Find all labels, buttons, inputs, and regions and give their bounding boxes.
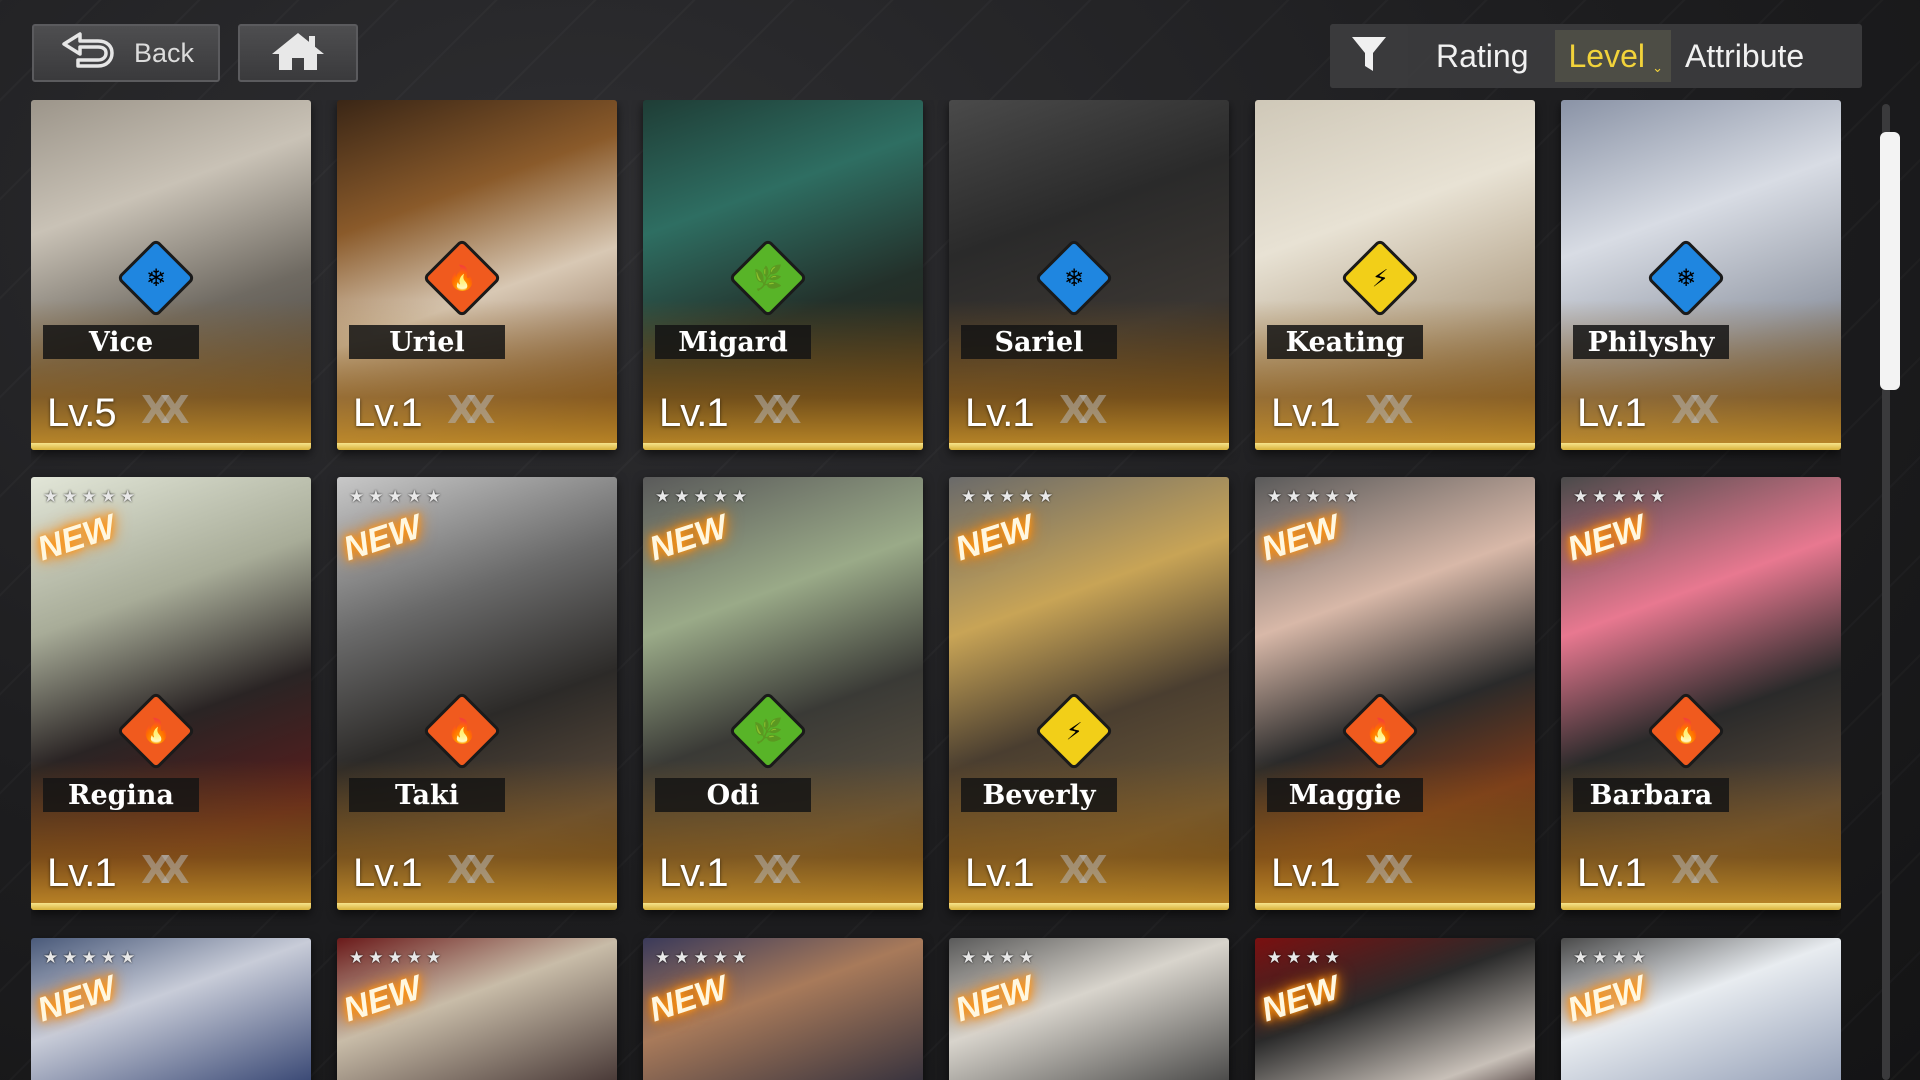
card-gold-border <box>643 443 923 450</box>
character-card-sariel[interactable]: ❄ Sariel Lv.1 XX <box>949 100 1229 450</box>
character-level: Lv.1 <box>659 391 729 435</box>
character-card-keating[interactable]: ⚡ Keating Lv.1 XX <box>1255 100 1535 450</box>
home-button[interactable] <box>238 24 358 82</box>
rarity-stars: ★★★★★ <box>43 948 140 968</box>
filter-icon <box>1349 33 1389 79</box>
rank-mark-icon: XX <box>447 388 496 432</box>
sort-level-label: Level <box>1568 37 1646 74</box>
rank-mark-icon: XX <box>1059 848 1108 892</box>
home-icon <box>269 30 327 76</box>
character-name: Maggie <box>1267 778 1423 812</box>
rarity-stars: ★★★★★ <box>43 487 140 507</box>
character-grid: ❄ Vice Lv.5 XX 🔥 Uriel Lv.1 XX 🌿 Migard … <box>31 100 1841 1080</box>
back-button[interactable]: Back <box>32 24 220 82</box>
card-gold-border <box>949 443 1229 450</box>
card-gold-border <box>337 903 617 910</box>
rank-mark-icon: XX <box>753 388 802 432</box>
rarity-stars: ★★★★ <box>1573 948 1650 968</box>
character-name: Migard <box>655 325 811 359</box>
character-level: Lv.1 <box>353 391 423 435</box>
card-gold-border <box>1255 903 1535 910</box>
character-name: Barbara <box>1573 778 1729 812</box>
character-card-partial[interactable]: ★★★★ NEW <box>1255 938 1535 1080</box>
sort-bar: Rating Level ⌄ Attribute <box>1330 24 1862 88</box>
sort-level-option[interactable]: Level ⌄ <box>1554 30 1671 82</box>
character-card-partial[interactable]: ★★★★ NEW <box>1561 938 1841 1080</box>
character-card-barbara[interactable]: ★★★★★ NEW 🔥 Barbara Lv.1 XX <box>1561 477 1841 910</box>
character-card-migard[interactable]: 🌿 Migard Lv.1 XX <box>643 100 923 450</box>
sort-attribute-option[interactable]: Attribute <box>1671 30 1818 82</box>
character-card-maggie[interactable]: ★★★★★ NEW 🔥 Maggie Lv.1 XX <box>1255 477 1535 910</box>
rank-mark-icon: XX <box>141 848 190 892</box>
character-name: Regina <box>43 778 199 812</box>
rarity-stars: ★★★★★ <box>349 487 446 507</box>
character-name: Keating <box>1267 325 1423 359</box>
rarity-stars: ★★★★ <box>961 948 1038 968</box>
character-card-partial[interactable]: ★★★★★ NEW <box>643 938 923 1080</box>
rank-mark-icon: XX <box>1365 388 1414 432</box>
character-name: Sariel <box>961 325 1117 359</box>
rarity-stars: ★★★★ <box>1267 948 1344 968</box>
card-gold-border <box>1255 443 1535 450</box>
back-arrow-icon <box>58 32 116 74</box>
character-name: Taki <box>349 778 505 812</box>
rank-mark-icon: XX <box>1059 388 1108 432</box>
character-level: Lv.1 <box>1577 851 1647 895</box>
card-gold-border <box>1561 443 1841 450</box>
card-gold-border <box>949 903 1229 910</box>
character-card-partial[interactable]: ★★★★★ NEW <box>31 938 311 1080</box>
character-level: Lv.5 <box>47 391 117 435</box>
character-name: Beverly <box>961 778 1117 812</box>
character-level: Lv.1 <box>1271 851 1341 895</box>
character-level: Lv.1 <box>353 851 423 895</box>
character-card-partial[interactable]: ★★★★★ NEW <box>337 938 617 1080</box>
card-gold-border <box>337 443 617 450</box>
rank-mark-icon: XX <box>1365 848 1414 892</box>
character-level: Lv.1 <box>965 391 1035 435</box>
character-card-taki[interactable]: ★★★★★ NEW 🔥 Taki Lv.1 XX <box>337 477 617 910</box>
character-name: Vice <box>43 325 199 359</box>
character-roster-screen: Back Rating Level ⌄ Attribute ❄ Vice Lv.… <box>0 0 1920 1080</box>
card-gold-border <box>31 903 311 910</box>
rank-mark-icon: XX <box>1671 848 1720 892</box>
card-gold-border <box>643 903 923 910</box>
rarity-stars: ★★★★★ <box>655 487 752 507</box>
rarity-stars: ★★★★★ <box>349 948 446 968</box>
character-card-beverly[interactable]: ★★★★★ NEW ⚡ Beverly Lv.1 XX <box>949 477 1229 910</box>
character-card-vice[interactable]: ❄ Vice Lv.5 XX <box>31 100 311 450</box>
character-level: Lv.1 <box>1271 391 1341 435</box>
chevron-down-icon: ⌄ <box>1652 60 1663 75</box>
character-name: Philyshy <box>1573 325 1729 359</box>
character-card-uriel[interactable]: 🔥 Uriel Lv.1 XX <box>337 100 617 450</box>
character-level: Lv.1 <box>659 851 729 895</box>
character-card-partial[interactable]: ★★★★ NEW <box>949 938 1229 1080</box>
sort-rating-option[interactable]: Rating <box>1422 30 1543 82</box>
character-card-regina[interactable]: ★★★★★ NEW 🔥 Regina Lv.1 XX <box>31 477 311 910</box>
character-name: Odi <box>655 778 811 812</box>
character-level: Lv.1 <box>965 851 1035 895</box>
character-card-odi[interactable]: ★★★★★ NEW 🌿 Odi Lv.1 XX <box>643 477 923 910</box>
character-name: Uriel <box>349 325 505 359</box>
character-level: Lv.1 <box>1577 391 1647 435</box>
back-label: Back <box>133 37 195 68</box>
rank-mark-icon: XX <box>447 848 496 892</box>
filter-button[interactable] <box>1330 24 1408 88</box>
rarity-stars: ★★★★★ <box>961 487 1058 507</box>
scrollbar-thumb[interactable] <box>1880 132 1900 390</box>
card-gold-border <box>1561 903 1841 910</box>
rarity-stars: ★★★★★ <box>1267 487 1364 507</box>
character-card-philyshy[interactable]: ❄ Philyshy Lv.1 XX <box>1561 100 1841 450</box>
character-level: Lv.1 <box>47 851 117 895</box>
rank-mark-icon: XX <box>753 848 802 892</box>
rarity-stars: ★★★★★ <box>655 948 752 968</box>
rank-mark-icon: XX <box>141 388 190 432</box>
rank-mark-icon: XX <box>1671 388 1720 432</box>
rarity-stars: ★★★★★ <box>1573 487 1670 507</box>
card-gold-border <box>31 443 311 450</box>
